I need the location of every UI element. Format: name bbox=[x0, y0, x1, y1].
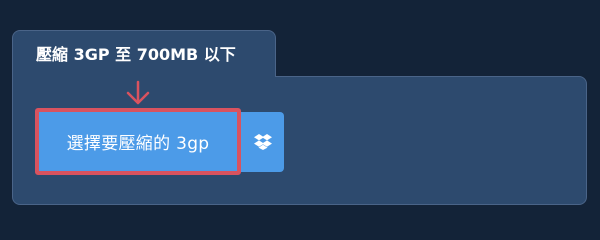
dropbox-icon bbox=[253, 134, 272, 150]
arrow-down-icon bbox=[126, 80, 150, 105]
panel-title: 壓縮 3GP 至 700MB 以下 bbox=[36, 45, 236, 64]
choose-file-label: 選擇要壓縮的 3gp bbox=[66, 134, 210, 154]
page: 壓縮 3GP 至 700MB 以下 選擇要壓縮的 3gp bbox=[0, 0, 600, 230]
dropbox-button[interactable] bbox=[241, 112, 284, 172]
choose-file-button[interactable]: 選擇要壓縮的 3gp bbox=[35, 108, 241, 175]
